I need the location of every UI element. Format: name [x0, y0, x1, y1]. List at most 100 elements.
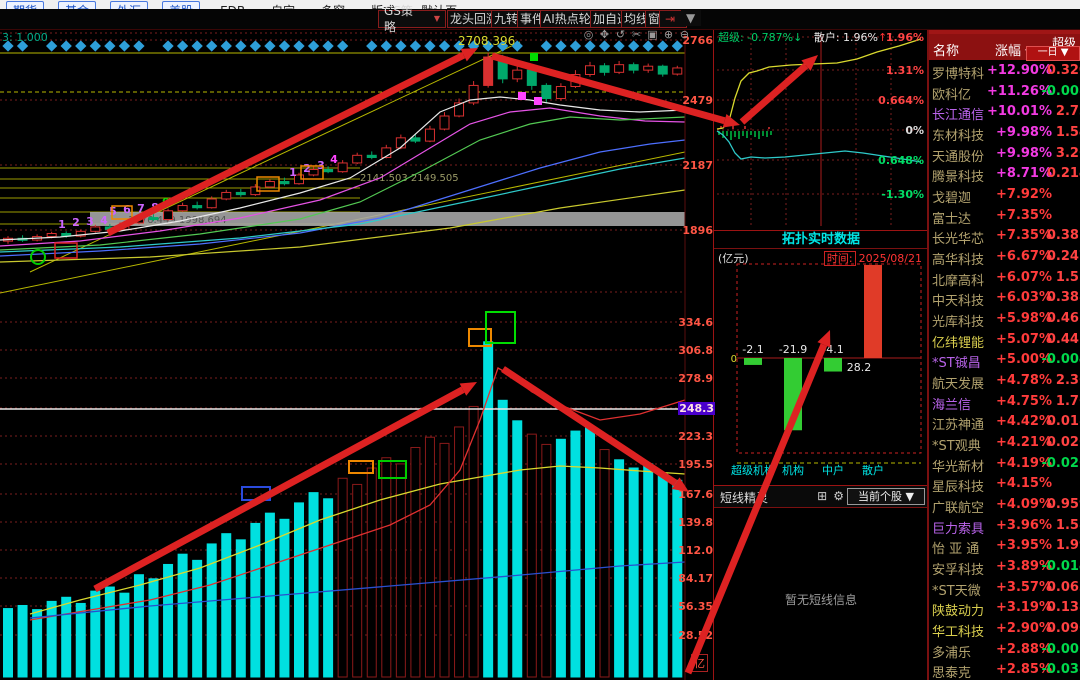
stock-row-怡 亚 通[interactable]: 怡 亚 通 +3.95%1.99	[929, 535, 1080, 557]
svg-text:散户: 散户	[862, 463, 884, 477]
volume-axis-label: 334.6	[678, 316, 713, 329]
top-menu-5[interactable]: 自定	[265, 2, 301, 9]
stock-row-航天发展[interactable]: 航天发展 +4.78%2.36	[929, 370, 1080, 392]
fund-flow-panel: 拓扑实时数据 (亿元) 时间: 2025/08/21 0 -2.1 超级机构 -21.9…	[713, 230, 929, 487]
stock-name: 东材科技	[932, 129, 985, 144]
stock-name: *ST铖昌	[932, 356, 981, 372]
stock-row-*ST铖昌[interactable]: *ST铖昌+5.00%-0.004	[929, 349, 1080, 372]
shortline-empty-message: 暂无短线信息	[784, 593, 857, 607]
undo-icon[interactable]: ↺	[614, 29, 627, 42]
stock-row-华工科技[interactable]: 华工科技 +2.90%0.096	[929, 618, 1080, 640]
stock-row-戈碧迦[interactable]: 戈碧迦 +7.92%	[929, 184, 1080, 206]
stock-change-pct: +8.71%	[996, 166, 1052, 182]
stock-name: 思泰克	[932, 666, 972, 680]
stock-row-长光华芯[interactable]: 长光华芯 +7.35%0.385	[929, 225, 1080, 248]
stock-row-北摩高科[interactable]: 北摩高科 +6.07%1.51	[929, 267, 1080, 289]
stock-change-pct: +4.15%	[996, 476, 1052, 492]
indicator-value-label: 3: 1.000	[2, 31, 48, 44]
toolbar-more-button[interactable]: ▼	[681, 10, 701, 26]
svg-text:-4.1: -4.1	[822, 343, 843, 356]
period-dropdown[interactable]: 一日 ▼	[1026, 46, 1080, 61]
price-axis-label: 2479	[682, 94, 713, 107]
eye-icon[interactable]: ◎	[582, 29, 595, 42]
stock-change-pct: +2.90%	[996, 621, 1052, 637]
flow-chart: 0 -2.1 超级机构 -21.9 机构 -4.1 中户 28.2 散户	[731, 263, 922, 477]
stock-row-广联航空[interactable]: 广联航空 +4.09%0.959	[929, 494, 1080, 516]
flow-panel-title: 拓扑实时数据	[714, 231, 928, 249]
stock-super-flow: 0.096	[1046, 621, 1080, 637]
stock-row-多浦乐[interactable]: 多浦乐+2.88%-0.005	[929, 639, 1080, 661]
svg-text:-21.9: -21.9	[779, 343, 807, 356]
svg-text:0: 0	[731, 354, 737, 365]
top-menu-0[interactable]: 期货	[6, 1, 45, 9]
stock-scope-dropdown[interactable]: 当前个股 ▼	[847, 488, 925, 505]
stock-super-flow: 0.214	[1046, 166, 1080, 182]
stock-row-*ST观典[interactable]: *ST观典 +4.21%0.026	[929, 432, 1080, 454]
top-menu-2[interactable]: 外汇	[110, 1, 149, 9]
stock-name: 安孚科技	[932, 563, 985, 579]
popup-icon[interactable]: ⊞	[817, 489, 827, 503]
stock-row-华光新材[interactable]: 华光新材+4.19%-0.026	[929, 453, 1080, 475]
stock-row-巨力索具[interactable]: 巨力索具 +3.96%1.58	[929, 515, 1080, 537]
stock-row-星辰科技[interactable]: 星辰科技 +4.15%	[929, 473, 1080, 495]
stock-row-欧科亿[interactable]: 欧科亿+11.26%-0.008	[929, 81, 1080, 103]
volume-axis-label: 28.52	[678, 629, 713, 642]
gear-icon[interactable]: ⚙	[833, 489, 844, 503]
stock-change-pct: +9.98%	[996, 125, 1052, 140]
stock-change-pct: +4.75%	[996, 393, 1052, 409]
stock-name: 陕鼓动力	[932, 604, 985, 620]
svg-text:9: 9	[162, 196, 170, 209]
flow-header: (亿元) 时间: 2025/08/21	[718, 250, 922, 266]
volume-axis-label: 167.6	[678, 488, 713, 501]
stock-row-东材科技[interactable]: 东材科技 +9.98%1.54	[929, 122, 1080, 144]
stock-row-江苏神通[interactable]: 江苏神通 +4.42%0.018	[929, 411, 1080, 434]
stock-change-pct: +6.07%	[996, 269, 1052, 285]
svg-text:-2.1: -2.1	[742, 343, 763, 356]
top-menu-8[interactable]: 默认页	[415, 2, 463, 9]
zoom-out-icon[interactable]: ⊖	[678, 29, 691, 42]
top-menu-6[interactable]: 多窗	[315, 2, 351, 9]
stock-row-陕鼓动力[interactable]: 陕鼓动力 +3.19%0.138	[929, 597, 1080, 620]
zoom-in-icon[interactable]: ⊕	[662, 29, 675, 42]
stock-row-*ST天微[interactable]: *ST天微 +3.57%0.063	[929, 577, 1080, 599]
stock-super-flow: -0.038	[1041, 662, 1080, 678]
stock-row-光库科技[interactable]: 光库科技 +5.98%0.465	[929, 308, 1080, 330]
hand-icon[interactable]: ✥	[598, 29, 611, 42]
strategy-select-label: GS策略	[384, 4, 413, 34]
stock-super-flow: -0.004	[1041, 352, 1080, 368]
stock-row-高华科技[interactable]: 高华科技 +6.67%0.247	[929, 246, 1080, 268]
stock-super-flow: 1.76	[1055, 393, 1080, 409]
scissors-icon[interactable]: ✂	[630, 29, 643, 42]
trading-terminal: 期货基金外汇美股EDB自定多窗版式默认页 GS策略 ▼ 龙头回溯九转事件AI热点…	[0, 0, 1080, 680]
svg-text:0.664%: 0.664%	[878, 94, 924, 107]
top-menu-1[interactable]: 基金	[58, 1, 97, 9]
stock-name: 富士达	[932, 211, 972, 227]
stock-row-安孚科技[interactable]: 安孚科技+3.89%-0.014	[929, 556, 1080, 579]
stock-change-pct: +6.67%	[996, 249, 1052, 265]
stock-row-罗博特科[interactable]: 罗博特科+12.90%0.320	[929, 60, 1080, 82]
lock-icon[interactable]: ▣	[646, 29, 659, 42]
stock-name: 华光新材	[932, 459, 985, 475]
stock-row-中天科技[interactable]: 中天科技 +6.03%0.388	[929, 287, 1080, 310]
stock-row-腾景科技[interactable]: 腾景科技 +8.71%0.214	[929, 163, 1080, 185]
stock-row-富士达[interactable]: 富士达 +7.35%	[929, 205, 1080, 227]
top-menu-3[interactable]: 美股	[162, 1, 201, 9]
stock-name: 罗博特科	[932, 67, 985, 82]
stock-name: 长光华芯	[932, 232, 985, 248]
stock-name: 江苏神通	[932, 418, 985, 434]
shortline-panel: 短线精灵 ⊞ ⚙ 当前个股 ▼ 暂无短线信息	[713, 485, 929, 680]
strategy-select[interactable]: GS策略 ▼	[378, 4, 446, 34]
volume-axis-label: 84.17	[678, 572, 713, 585]
stock-change-pct: +5.07%	[996, 331, 1052, 347]
svg-text:7: 7	[137, 202, 145, 215]
intraday-trend-panel: 拓扑盘中趋势 超级: -0.787%↓ 散户: 1.96%↑ 1.96%1.31…	[713, 10, 929, 232]
time-label: 时间:	[823, 251, 856, 266]
stock-row-长江通信[interactable]: 长江通信+10.01%2.73	[929, 101, 1080, 123]
stock-row-思泰克[interactable]: 思泰克+2.85%-0.038	[929, 659, 1080, 680]
stock-super-flow: -0.014	[1041, 559, 1080, 575]
stock-name: 中天科技	[932, 294, 985, 310]
column-name[interactable]: 名称	[933, 40, 959, 59]
stock-row-亿纬锂能[interactable]: 亿纬锂能 +5.07%0.441	[929, 329, 1080, 351]
stock-row-海兰信[interactable]: 海兰信 +4.75%1.76	[929, 391, 1080, 413]
stock-row-天通股份[interactable]: 天通股份 +9.98%3.26	[929, 143, 1080, 165]
